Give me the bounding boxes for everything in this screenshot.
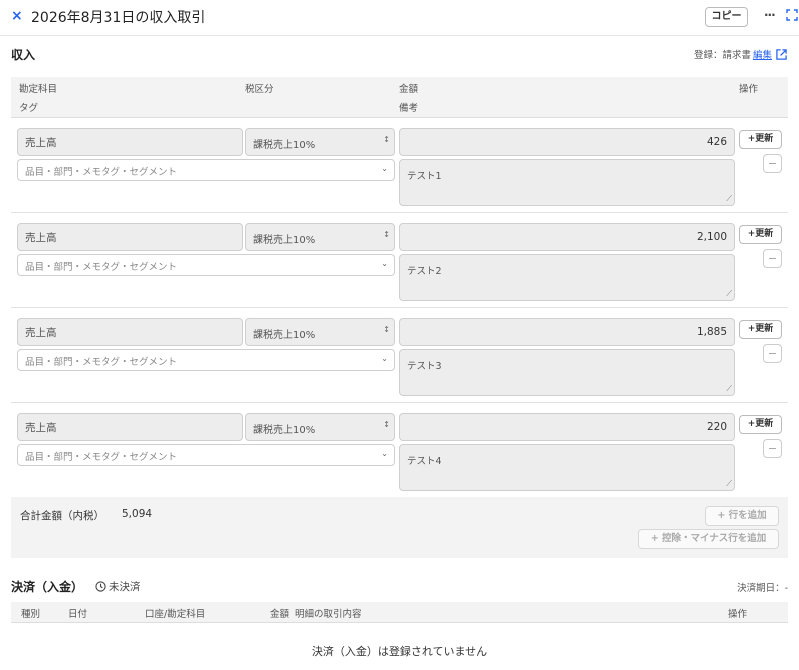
payment-column-action: 操作 xyxy=(728,609,748,620)
payment-column-type: 種別 xyxy=(21,609,41,620)
add-deduction-row-button[interactable]: + 控除・マイナス行を追加 xyxy=(638,529,779,549)
income-section-title: 収入 xyxy=(11,48,36,62)
payment-column-amount: 金額 xyxy=(270,609,290,620)
tax-select[interactable]: 課税売上10% ↕ xyxy=(245,413,395,441)
payment-column-detail: 明細の取引内容 xyxy=(295,609,362,620)
register-label: 登録：請求書 xyxy=(693,50,751,61)
column-tax: 税区分 xyxy=(245,84,274,95)
tax-select[interactable]: 課税売上10% ↕ xyxy=(245,128,395,156)
remove-row-button[interactable] xyxy=(763,154,782,173)
amount-field[interactable]: 220 xyxy=(399,413,735,441)
payment-status-label: 未決済 xyxy=(109,581,141,593)
memo-textarea[interactable]: テスト2 ⟋ xyxy=(399,254,735,301)
register-info: 登録：請求書 編集 xyxy=(694,47,787,61)
payment-column-date: 日付 xyxy=(68,609,88,620)
payment-column-account: 口座/勘定科目 xyxy=(145,609,206,620)
sort-arrows-icon: ↕ xyxy=(383,135,390,144)
column-amount: 金額 xyxy=(399,84,419,95)
account-field[interactable]: 売上高 xyxy=(17,413,243,441)
table-row: 売上高 課税売上10% ↕ 2,100 品目・部門・メモタグ・セグメント ⌄ テスト… xyxy=(11,213,788,308)
sort-arrows-icon: ↕ xyxy=(383,230,390,239)
resize-handle-icon[interactable]: ⟋ xyxy=(726,384,732,394)
update-button[interactable]: +更新 xyxy=(739,415,782,434)
total-label: 合計金額（内税） xyxy=(20,510,104,522)
sort-arrows-icon: ↕ xyxy=(383,325,390,334)
more-icon[interactable]: ··· xyxy=(764,8,776,22)
resize-handle-icon[interactable]: ⟋ xyxy=(726,289,732,299)
chevron-down-icon: ⌄ xyxy=(381,164,388,173)
account-field[interactable]: 売上高 xyxy=(17,128,243,156)
chevron-down-icon: ⌄ xyxy=(381,449,388,458)
external-link-icon[interactable] xyxy=(776,48,787,60)
tag-select-placeholder: 品目・部門・メモタグ・セグメント xyxy=(25,357,178,368)
column-tag: タグ xyxy=(19,103,39,114)
amount-field[interactable]: 2,100 xyxy=(399,223,735,251)
tag-select[interactable]: 品目・部門・メモタグ・セグメント ⌄ xyxy=(17,254,395,276)
chevron-down-icon: ⌄ xyxy=(381,354,388,363)
payment-section-title: 決済（入金） xyxy=(11,580,84,594)
memo-textarea[interactable]: テスト3 ⟋ xyxy=(399,349,735,396)
tax-select-value: 課税売上10% xyxy=(253,140,316,151)
payment-empty-message: 決済（入金）は登録されていません xyxy=(311,645,488,658)
due-date: 決済期日：- xyxy=(737,583,788,594)
add-row-button[interactable]: + 行を追加 xyxy=(705,506,779,526)
clock-icon xyxy=(95,581,106,592)
remove-row-button[interactable] xyxy=(763,249,782,268)
tag-select-placeholder: 品目・部門・メモタグ・セグメント xyxy=(25,167,178,178)
amount-field[interactable]: 426 xyxy=(399,128,735,156)
total-value: 5,094 xyxy=(122,508,153,520)
table-row: 売上高 課税売上10% ↕ 220 品目・部門・メモタグ・セグメント ⌄ テスト4 ⟋… xyxy=(11,403,788,498)
totals-panel: 合計金額（内税） 5,094 + 行を追加 + 控除・マイナス行を追加 xyxy=(11,497,788,558)
resize-handle-icon[interactable]: ⟋ xyxy=(726,479,732,489)
column-memo: 備考 xyxy=(399,103,419,114)
chevron-down-icon: ⌄ xyxy=(381,259,388,268)
remove-row-button[interactable] xyxy=(763,344,782,363)
tax-select-value: 課税売上10% xyxy=(253,425,316,436)
tag-select[interactable]: 品目・部門・メモタグ・セグメント ⌄ xyxy=(17,444,395,466)
memo-text: テスト4 xyxy=(407,456,442,467)
sort-arrows-icon: ↕ xyxy=(383,420,390,429)
tag-select[interactable]: 品目・部門・メモタグ・セグメント ⌄ xyxy=(17,159,395,181)
dialog-header: × 2026年8月31日の収入取引 コピー ··· xyxy=(0,0,799,36)
column-account: 勘定科目 xyxy=(19,84,58,95)
copy-button[interactable]: コピー xyxy=(705,7,748,27)
table-row: 売上高 課税売上10% ↕ 1,885 品目・部門・メモタグ・セグメント ⌄ テスト… xyxy=(11,308,788,403)
account-field[interactable]: 売上高 xyxy=(17,318,243,346)
tag-select-placeholder: 品目・部門・メモタグ・セグメント xyxy=(25,452,178,463)
edit-link[interactable]: 編集 xyxy=(753,47,772,61)
expand-icon[interactable] xyxy=(786,9,798,21)
resize-handle-icon[interactable]: ⟋ xyxy=(726,194,732,204)
payment-status: 未決済 xyxy=(95,579,141,594)
memo-text: テスト1 xyxy=(407,171,442,182)
tax-select-value: 課税売上10% xyxy=(253,235,316,246)
update-button[interactable]: +更新 xyxy=(739,225,782,244)
tax-select-value: 課税売上10% xyxy=(253,330,316,341)
tag-select[interactable]: 品目・部門・メモタグ・セグメント ⌄ xyxy=(17,349,395,371)
page-title: 2026年8月31日の収入取引 xyxy=(31,10,206,26)
memo-textarea[interactable]: テスト1 ⟋ xyxy=(399,159,735,206)
amount-field[interactable]: 1,885 xyxy=(399,318,735,346)
remove-row-button[interactable] xyxy=(763,439,782,458)
payment-column-header: 種別 日付 口座/勘定科目 金額 明細の取引内容 操作 xyxy=(11,602,788,623)
column-header: 勘定科目 税区分 金額 操作 タグ 備考 xyxy=(11,77,788,118)
memo-text: テスト2 xyxy=(407,266,442,277)
close-icon[interactable]: × xyxy=(11,8,23,24)
memo-text: テスト3 xyxy=(407,361,442,372)
tag-select-placeholder: 品目・部門・メモタグ・セグメント xyxy=(25,262,178,273)
column-action: 操作 xyxy=(739,84,759,95)
table-row: 売上高 課税売上10% ↕ 426 品目・部門・メモタグ・セグメント ⌄ テスト1 ⟋… xyxy=(11,118,788,213)
tax-select[interactable]: 課税売上10% ↕ xyxy=(245,318,395,346)
tax-select[interactable]: 課税売上10% ↕ xyxy=(245,223,395,251)
update-button[interactable]: +更新 xyxy=(739,320,782,339)
update-button[interactable]: +更新 xyxy=(739,130,782,149)
account-field[interactable]: 売上高 xyxy=(17,223,243,251)
memo-textarea[interactable]: テスト4 ⟋ xyxy=(399,444,735,491)
